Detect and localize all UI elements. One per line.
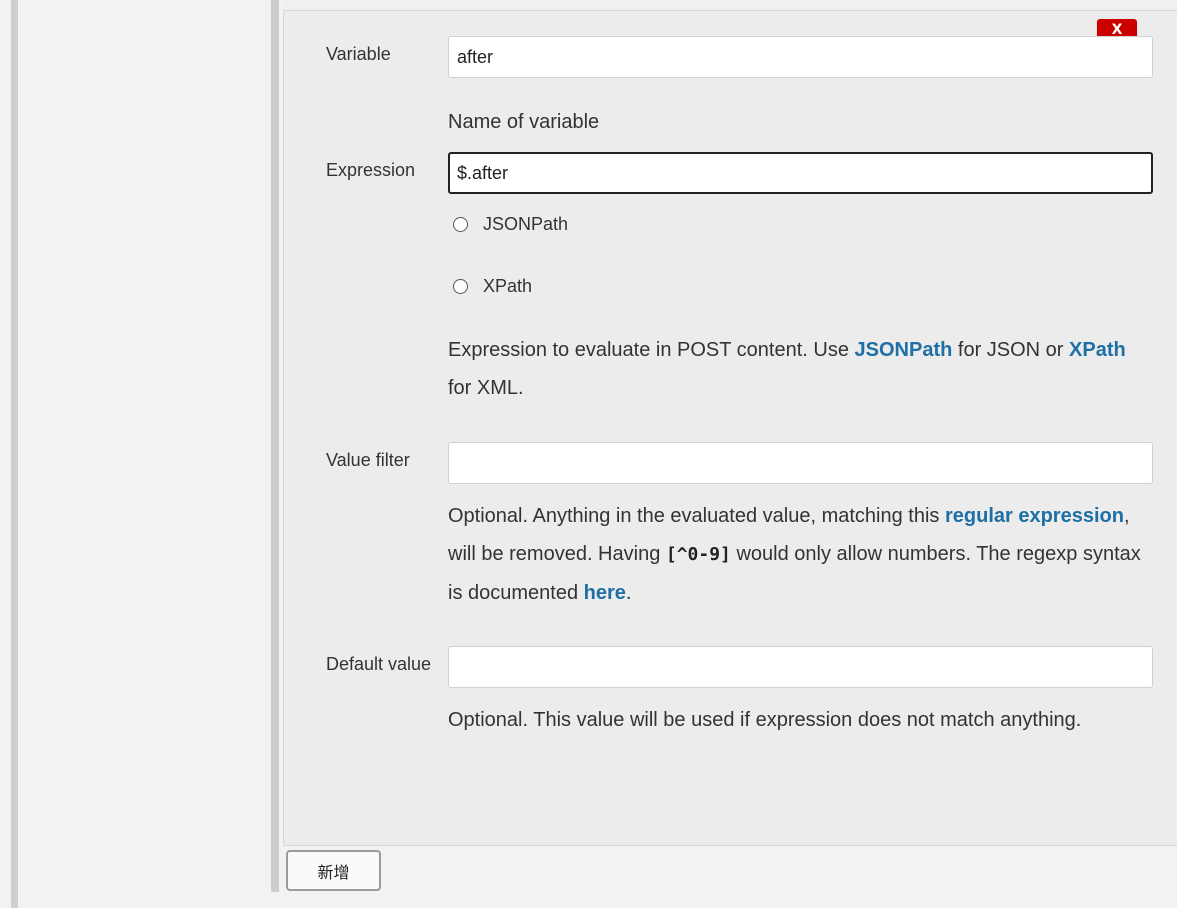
- value-filter-input[interactable]: [448, 442, 1153, 484]
- expression-help-text-2: for JSON or: [952, 339, 1070, 361]
- expression-help-text-1: Expression to evaluate in POST content. …: [448, 339, 855, 361]
- radio-xpath-row[interactable]: XPath: [453, 276, 532, 297]
- variable-input[interactable]: [448, 36, 1153, 78]
- window-left-border: [11, 0, 18, 908]
- panel-header-strip: [283, 0, 1177, 10]
- variable-help: Name of variable: [448, 111, 600, 133]
- radio-jsonpath-row[interactable]: JSONPath: [453, 214, 568, 235]
- expression-label: Expression: [326, 160, 416, 180]
- default-value-label: Default value: [326, 654, 432, 674]
- expression-help-text-3: for XML.: [448, 377, 524, 399]
- regexp-docs-link[interactable]: here: [584, 582, 626, 604]
- expression-help: Expression to evaluate in POST content. …: [448, 331, 1153, 407]
- radio-xpath-label[interactable]: XPath: [483, 276, 532, 297]
- xpath-link[interactable]: XPath: [1069, 339, 1126, 361]
- add-button[interactable]: 新增: [286, 850, 381, 891]
- radio-jsonpath[interactable]: [453, 217, 468, 232]
- radio-xpath[interactable]: [453, 279, 468, 294]
- jsonpath-link[interactable]: JSONPath: [855, 339, 953, 361]
- value-filter-help: Optional. Anything in the evaluated valu…: [448, 497, 1153, 612]
- default-value-help: Optional. This value will be used if exp…: [448, 709, 1082, 731]
- sidebar-divider: [271, 0, 279, 892]
- variable-label: Variable: [326, 44, 391, 64]
- value-filter-label: Value filter: [326, 450, 410, 470]
- value-filter-help-text-4: .: [625, 582, 632, 604]
- radio-jsonpath-label[interactable]: JSONPath: [483, 214, 568, 235]
- default-value-input[interactable]: [448, 646, 1153, 688]
- regular-expression-link[interactable]: regular expression: [945, 505, 1124, 527]
- regex-example-code: [^0-9]: [665, 544, 731, 565]
- value-filter-help-text-1: Optional. Anything in the evaluated valu…: [448, 505, 945, 527]
- sidebar: [18, 0, 271, 908]
- expression-input[interactable]: [448, 152, 1153, 194]
